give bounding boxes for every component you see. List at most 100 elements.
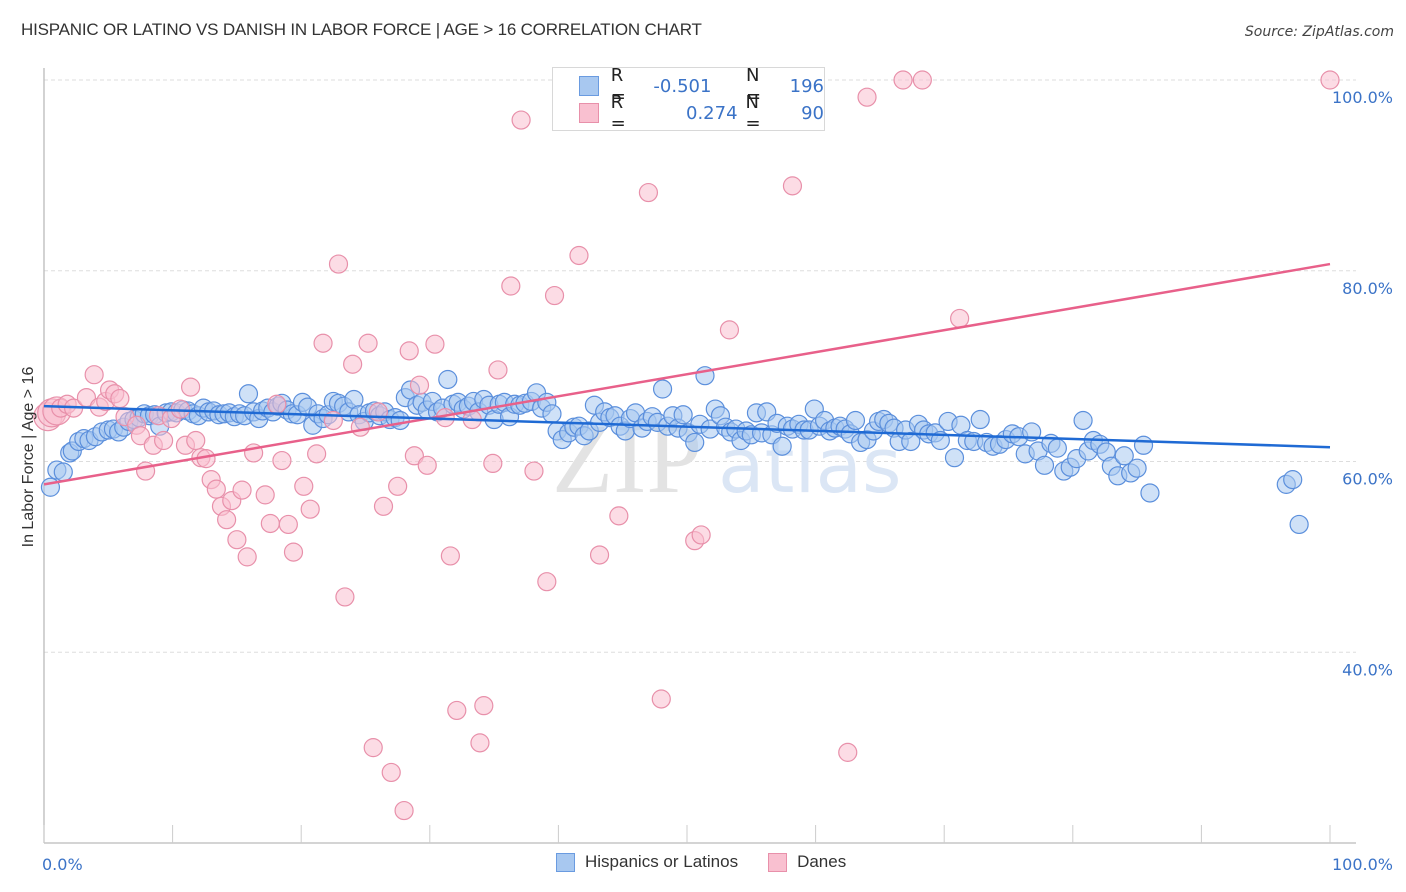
data-point-hispanics bbox=[772, 436, 792, 456]
data-point-danes bbox=[278, 514, 298, 535]
data-point-hispanics bbox=[542, 404, 562, 424]
data-point-danes bbox=[328, 254, 349, 274]
data-point-danes bbox=[589, 545, 610, 565]
data-point-danes bbox=[237, 547, 257, 567]
data-point-danes bbox=[609, 506, 629, 526]
data-point-danes bbox=[153, 430, 174, 451]
data-point-danes bbox=[283, 542, 304, 562]
data-point-hispanics bbox=[1047, 438, 1067, 458]
legend-item-danes[interactable]: Danes bbox=[768, 852, 846, 872]
data-point-danes bbox=[912, 70, 932, 90]
data-point-danes bbox=[294, 476, 314, 496]
data-point-hispanics bbox=[1034, 455, 1055, 475]
data-point-hispanics bbox=[53, 462, 73, 482]
data-point-danes bbox=[1320, 70, 1340, 90]
data-point-danes bbox=[84, 365, 104, 385]
r-value: 0.274 bbox=[686, 102, 738, 124]
data-point-danes bbox=[857, 87, 877, 107]
data-point-danes bbox=[186, 430, 206, 451]
hispanics-swatch bbox=[579, 76, 599, 96]
data-point-danes bbox=[447, 700, 467, 721]
data-point-danes bbox=[272, 450, 292, 471]
data-point-danes bbox=[425, 334, 445, 354]
y-axis-label: In Labor Force | Age > 16 bbox=[20, 367, 37, 548]
x-tick-label: 100.0% bbox=[1332, 855, 1393, 874]
data-point-danes bbox=[217, 510, 237, 530]
y-tick-label: 80.0% bbox=[1342, 279, 1393, 298]
stats-legend: R = -0.501 N = 196 R = 0.274 N = 90 bbox=[552, 65, 825, 134]
data-point-danes bbox=[409, 375, 430, 395]
data-point-danes bbox=[381, 762, 401, 783]
data-point-hispanics bbox=[1140, 483, 1160, 503]
data-point-danes bbox=[388, 476, 408, 496]
series-legend: Hispanics or Latinos Danes bbox=[556, 852, 876, 872]
data-point-danes bbox=[537, 572, 557, 592]
data-point-danes bbox=[638, 182, 659, 203]
data-point-danes bbox=[524, 461, 544, 481]
data-point-danes bbox=[417, 455, 437, 475]
data-point-danes bbox=[300, 499, 320, 519]
legend-item-hispanics[interactable]: Hispanics or Latinos bbox=[556, 852, 738, 872]
data-point-danes bbox=[227, 530, 247, 550]
legend-label-hispanics: Hispanics or Latinos bbox=[585, 852, 739, 871]
data-point-danes bbox=[363, 738, 383, 758]
r-value: -0.501 bbox=[653, 75, 712, 97]
data-point-danes bbox=[691, 525, 711, 545]
data-point-hispanics bbox=[1073, 410, 1093, 431]
data-point-hispanics bbox=[845, 410, 866, 431]
data-point-danes bbox=[483, 453, 503, 474]
data-point-danes bbox=[782, 176, 803, 196]
data-point-danes bbox=[255, 485, 275, 505]
data-point-danes bbox=[110, 388, 130, 409]
y-tick-label: 100.0% bbox=[1332, 88, 1393, 107]
data-point-hispanics bbox=[1127, 458, 1147, 478]
n-label: N = bbox=[745, 92, 761, 134]
data-point-danes bbox=[893, 70, 913, 90]
data-point-danes bbox=[488, 360, 508, 380]
data-point-danes bbox=[260, 513, 280, 534]
r-label: R = bbox=[610, 92, 626, 134]
data-point-danes bbox=[569, 245, 589, 266]
y-tick-label: 60.0% bbox=[1342, 470, 1393, 489]
data-point-danes bbox=[838, 742, 858, 762]
data-point-danes bbox=[394, 800, 414, 821]
n-value: 196 bbox=[789, 75, 824, 97]
scatter-chart: ZIP atlas 40.0%60.0%80.0%100.0%0.0% 100.0… bbox=[20, 68, 1393, 874]
danes-legend-swatch bbox=[768, 852, 788, 872]
data-point-danes bbox=[313, 333, 333, 353]
data-point-hispanics bbox=[652, 379, 673, 399]
data-point-hispanics bbox=[1289, 514, 1309, 535]
data-point-danes bbox=[501, 276, 521, 296]
x-tick-label: 0.0% bbox=[42, 855, 83, 874]
n-value: 90 bbox=[801, 102, 825, 124]
data-point-hispanics bbox=[673, 405, 693, 425]
data-point-danes bbox=[470, 733, 490, 753]
data-point-danes bbox=[544, 285, 565, 306]
gridlines bbox=[44, 79, 1356, 653]
stats-row-danes: R = 0.274 N = 90 bbox=[579, 92, 825, 134]
legend-label-danes: Danes bbox=[797, 852, 847, 871]
data-point-hispanics bbox=[1133, 435, 1154, 455]
data-point-danes bbox=[350, 417, 370, 437]
data-point-danes bbox=[206, 479, 226, 499]
data-point-danes bbox=[474, 696, 494, 716]
data-point-danes bbox=[719, 320, 740, 340]
hispanics-legend-swatch bbox=[556, 852, 575, 872]
data-point-hispanics bbox=[685, 432, 705, 453]
data-point-danes bbox=[651, 689, 671, 709]
data-point-danes bbox=[307, 444, 327, 464]
data-point-danes bbox=[335, 587, 355, 607]
data-point-hispanics bbox=[390, 410, 410, 431]
data-point-danes bbox=[399, 341, 419, 361]
data-point-danes bbox=[170, 399, 190, 419]
data-point-danes bbox=[232, 480, 252, 500]
data-point-hispanics bbox=[238, 384, 259, 404]
data-point-danes bbox=[950, 308, 970, 329]
data-point-danes bbox=[511, 110, 531, 130]
data-point-danes bbox=[440, 546, 460, 566]
data-point-danes bbox=[181, 377, 201, 397]
data-point-hispanics bbox=[438, 369, 458, 390]
data-point-danes bbox=[267, 394, 287, 414]
data-point-hispanics bbox=[944, 448, 965, 468]
data-point-danes bbox=[358, 333, 378, 353]
